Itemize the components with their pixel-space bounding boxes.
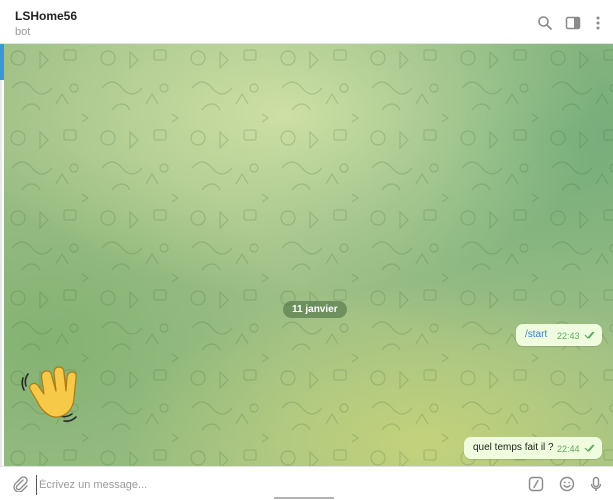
left-panel-border: [0, 80, 2, 466]
message-time: 22:44: [557, 444, 580, 454]
chat-status: bot: [15, 26, 31, 38]
attach-icon[interactable]: [12, 476, 28, 492]
message-text[interactable]: /start: [525, 329, 547, 340]
chat-title[interactable]: LSHome56: [15, 9, 77, 23]
message-time: 22:43: [557, 331, 580, 341]
emoji-icon[interactable]: [559, 476, 575, 492]
double-check-icon: [584, 444, 595, 452]
more-vertical-icon[interactable]: [590, 15, 606, 31]
chat-header: LSHome56 bot: [0, 0, 613, 44]
microphone-icon[interactable]: [588, 476, 604, 492]
double-check-icon: [584, 331, 595, 339]
outgoing-message-bubble[interactable]: /start 22:43: [516, 324, 602, 346]
horizontal-scrollbar[interactable]: [4, 495, 607, 500]
outgoing-message-bubble[interactable]: quel temps fait il ? 22:44: [464, 437, 602, 459]
waving-hand-sticker[interactable]: [20, 360, 84, 424]
message-text[interactable]: quel temps fait il ?: [473, 442, 554, 453]
chat-messages-area[interactable]: 11 janvier /start 22:43 quel temps fait …: [4, 44, 613, 466]
sidebar-toggle-icon[interactable]: [565, 15, 581, 31]
date-separator: 11 janvier: [283, 301, 347, 318]
message-input[interactable]: [36, 475, 511, 495]
bot-command-icon[interactable]: [528, 476, 544, 492]
search-icon[interactable]: [537, 15, 553, 31]
wallpaper-doodle-pattern: [4, 44, 613, 466]
